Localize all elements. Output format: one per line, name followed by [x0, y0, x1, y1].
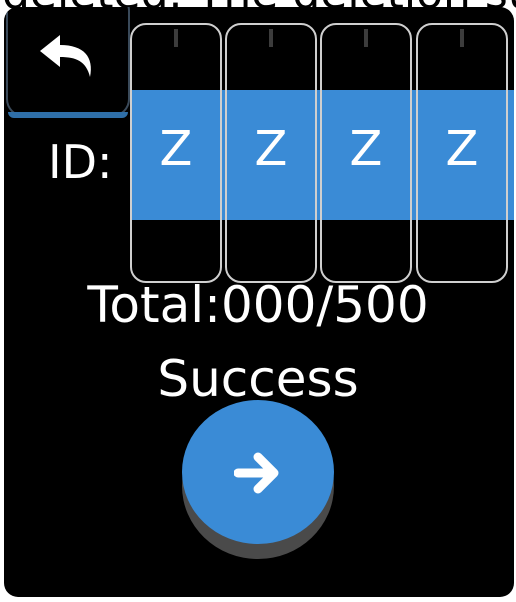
roller-tick — [364, 29, 368, 47]
id-char-3: Z — [349, 121, 383, 177]
id-char-2: Z — [254, 121, 288, 177]
back-arrow-icon — [40, 35, 91, 77]
id-char-4: Z — [445, 121, 479, 177]
next-button[interactable] — [182, 400, 334, 544]
id-char-1: Z — [159, 121, 193, 177]
id-digit-roller-1[interactable]: Z — [130, 23, 222, 283]
total-count: Total:000/500 — [87, 276, 429, 334]
id-digit-roller-4[interactable]: Z — [416, 23, 508, 283]
id-digit-roller-2[interactable]: Z — [225, 23, 317, 283]
id-label: ID: — [48, 135, 113, 189]
roller-tick — [174, 29, 178, 47]
page: deleted. The deletion succe ID: Z Z Z Z … — [0, 0, 516, 602]
right-arrow-icon — [234, 452, 279, 494]
roller-tick — [460, 29, 464, 47]
back-button-underline — [8, 112, 128, 118]
back-button[interactable] — [6, 7, 130, 118]
roller-tick — [269, 29, 273, 47]
id-digit-roller-3[interactable]: Z — [320, 23, 412, 283]
